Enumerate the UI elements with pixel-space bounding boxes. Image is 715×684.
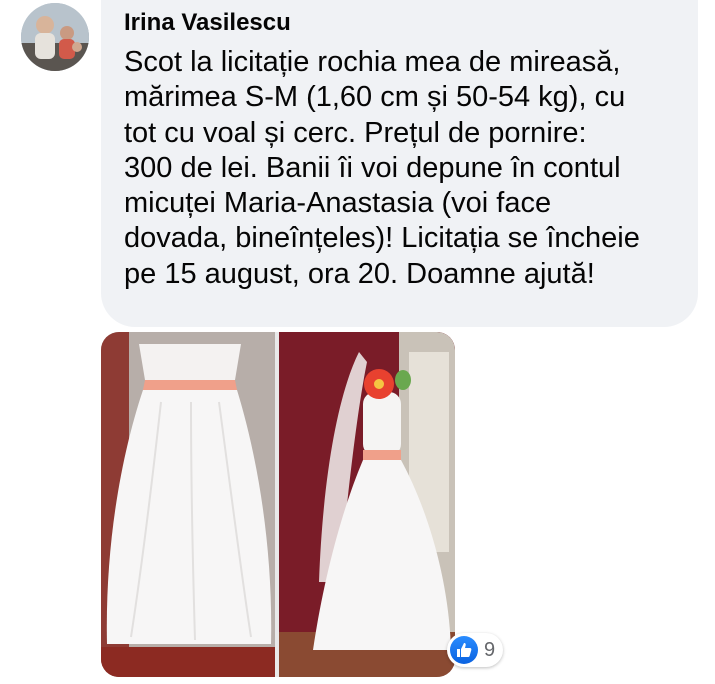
avatar-photo (21, 3, 89, 71)
comment-line: tot cu voal și cerc. Prețul de pornire: (124, 116, 587, 149)
comment-line: mărimea S-M (1,60 cm și 50-54 kg), cu (124, 81, 626, 114)
comment-text: Scot la licitație rochia mea de mireasă,… (124, 45, 694, 292)
photo-gallery (101, 332, 455, 677)
reaction-badge[interactable]: 9 (447, 633, 504, 667)
comment-line: 300 de lei. Banii îi voi depune în contu… (124, 151, 621, 184)
comment-line: micuței Maria-Anastasia (voi face (124, 187, 552, 220)
comment-author[interactable]: Irina Vasilescu (124, 9, 291, 37)
comment-line: Scot la licitație rochia mea de mireasă, (124, 46, 621, 78)
dress-photo-worn[interactable] (279, 332, 455, 677)
comment-line: dovada, bineînțeles)! Licitația se înche… (124, 222, 640, 255)
thumbs-up-icon (450, 636, 478, 664)
avatar[interactable] (21, 3, 89, 71)
comment-line: pe 15 august, ora 20. Doamne ajută! (124, 257, 595, 290)
reaction-count: 9 (484, 638, 496, 661)
dress-photo-front[interactable] (101, 332, 275, 677)
